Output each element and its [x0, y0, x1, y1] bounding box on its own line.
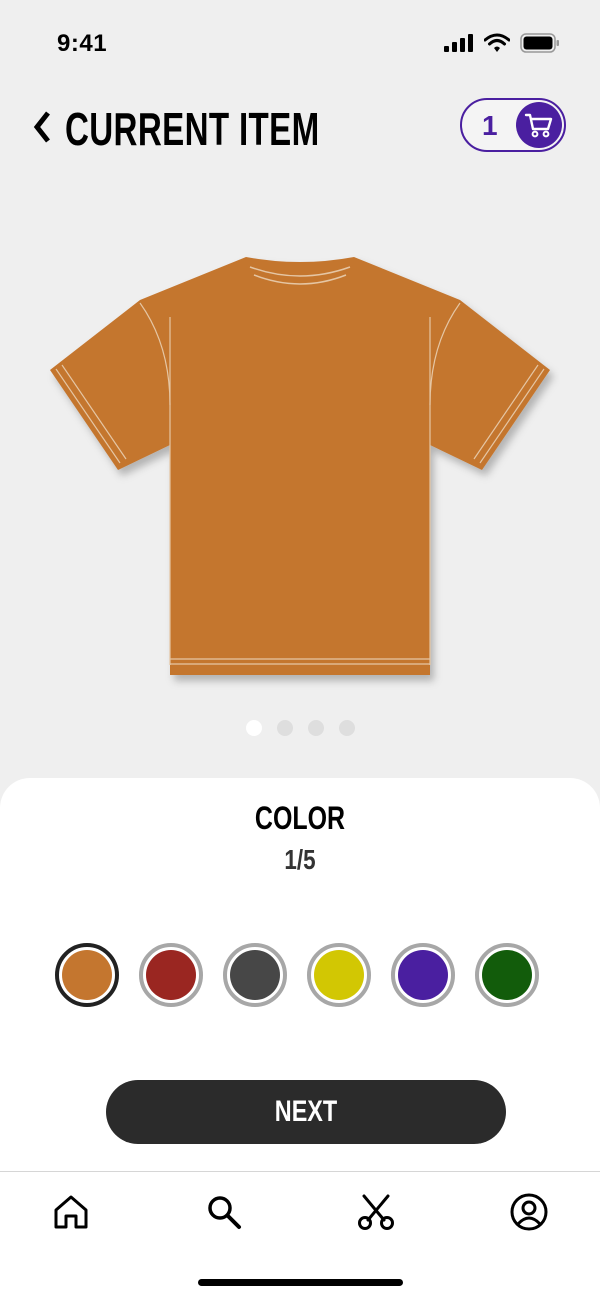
status-icons: [444, 33, 560, 58]
carousel-dot[interactable]: [277, 720, 293, 736]
status-time: 9:41: [57, 30, 108, 57]
color-swatch-fill: [314, 950, 364, 1000]
carousel-dot[interactable]: [339, 720, 355, 736]
next-button[interactable]: NEXT: [106, 1080, 506, 1144]
color-swatches: [55, 943, 539, 1007]
status-bar: 9:41: [0, 0, 600, 90]
tab-bar: [0, 1171, 600, 1252]
next-button-label: NEXT: [274, 1095, 338, 1128]
tab-home[interactable]: [47, 1190, 95, 1238]
back-button[interactable]: [28, 109, 56, 149]
header: CURRENT ITEM 1: [0, 95, 600, 165]
color-swatch-fill: [230, 950, 280, 1000]
home-icon: [51, 1192, 91, 1237]
options-sheet: COLOR 1/5 NEXT: [0, 778, 600, 1299]
battery-icon: [520, 33, 560, 58]
color-swatch[interactable]: [307, 943, 371, 1007]
color-swatch-fill: [398, 950, 448, 1000]
color-swatch[interactable]: [475, 943, 539, 1007]
scissors-icon: [356, 1192, 396, 1237]
color-swatch-fill: [482, 950, 532, 1000]
color-swatch-fill: [62, 950, 112, 1000]
signal-icon: [444, 34, 474, 57]
home-indicator: [198, 1279, 403, 1286]
tab-profile[interactable]: [505, 1190, 553, 1238]
profile-icon: [509, 1192, 549, 1237]
color-swatch-fill: [146, 950, 196, 1000]
chevron-left-icon: [33, 110, 51, 149]
carousel-dot[interactable]: [308, 720, 324, 736]
tab-search[interactable]: [200, 1190, 248, 1238]
cart-icon: [516, 102, 562, 148]
tab-customize[interactable]: [352, 1190, 400, 1238]
cart-button[interactable]: 1: [460, 98, 566, 152]
color-swatch[interactable]: [391, 943, 455, 1007]
color-swatch[interactable]: [55, 943, 119, 1007]
step-counter: 1/5: [284, 844, 316, 875]
color-section-title: COLOR: [254, 800, 346, 836]
search-icon: [204, 1192, 244, 1237]
color-swatch[interactable]: [223, 943, 287, 1007]
color-swatch[interactable]: [139, 943, 203, 1007]
page-title: CURRENT ITEM: [65, 103, 320, 155]
carousel-dot[interactable]: [246, 720, 262, 736]
carousel-dots: [246, 720, 355, 736]
product-image: [40, 245, 560, 690]
wifi-icon: [483, 33, 511, 58]
cart-count-badge: 1: [482, 110, 498, 141]
